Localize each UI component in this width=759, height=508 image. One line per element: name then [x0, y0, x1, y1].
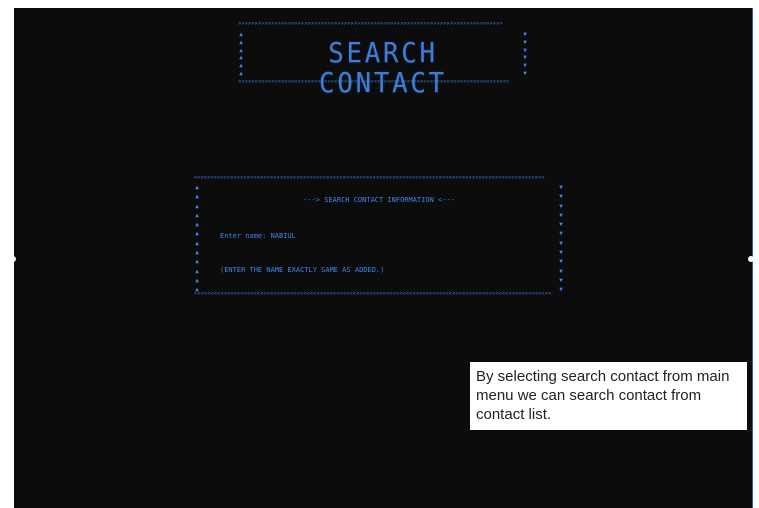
- title-border-top: >>>>>>>>>>>>>>>>>>>>>>>>>>>>>>>>>>>>>>>>…: [238, 21, 503, 27]
- search-info-box: >>>>>>>>>>>>>>>>>>>>>>>>>>>>>>>>>>>>>>>>…: [194, 175, 564, 297]
- instruction-note: (ENTER THE NAME EXACTLY SAME AS ADDED.): [220, 266, 385, 274]
- name-prompt[interactable]: Enter name: NABIUL: [220, 231, 296, 241]
- info-border-bottom: <<<<<<<<<<<<<<<<<<<<<<<<<<<<<<<<<<<<<<<<…: [194, 291, 552, 297]
- name-input-value[interactable]: NABIUL: [271, 232, 296, 240]
- slide-handle-right: [748, 256, 754, 262]
- title-box: >>>>>>>>>>>>>>>>>>>>>>>>>>>>>>>>>>>>>>>>…: [238, 21, 528, 99]
- prompt-label: Enter name:: [220, 232, 267, 240]
- info-border-top: >>>>>>>>>>>>>>>>>>>>>>>>>>>>>>>>>>>>>>>>…: [194, 175, 545, 181]
- caption-box: By selecting search contact from main me…: [470, 362, 747, 430]
- down-triangle-icon: ▼ ▼ ▼ ▼ ▼ ▼: [523, 31, 527, 77]
- page-title: SEARCH CONTACT: [319, 36, 447, 99]
- slide-handle-left: [10, 256, 16, 262]
- info-heading: ---> SEARCH CONTACT INFORMATION <---: [303, 196, 455, 204]
- console-window: >>>>>>>>>>>>>>>>>>>>>>>>>>>>>>>>>>>>>>>>…: [14, 8, 753, 508]
- up-triangle-icon: ▲ ▲ ▲ ▲ ▲ ▲: [239, 31, 243, 77]
